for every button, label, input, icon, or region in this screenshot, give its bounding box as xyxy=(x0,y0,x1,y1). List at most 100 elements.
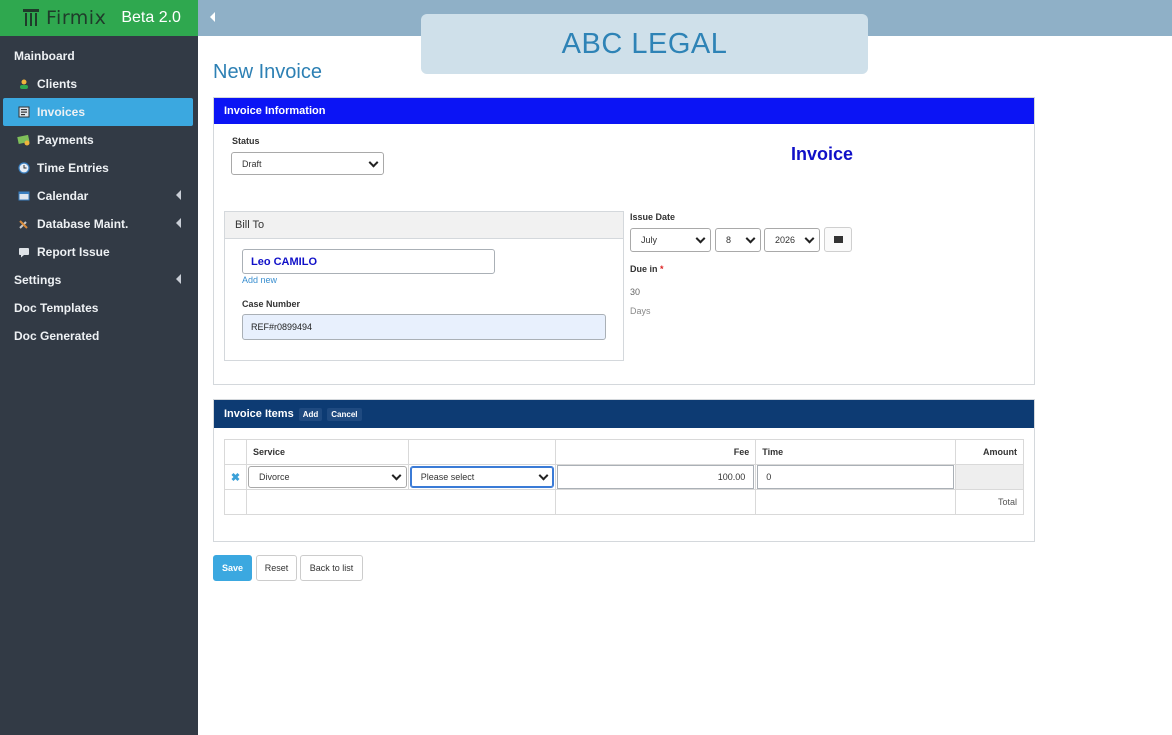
clock-icon xyxy=(17,162,31,174)
client-field[interactable]: Leo CAMILO xyxy=(242,249,495,274)
sidebar-item-database-maint[interactable]: Database Maint. xyxy=(3,210,193,238)
chevron-down-icon xyxy=(368,157,379,168)
issue-day-value: 8 xyxy=(726,235,732,245)
case-number-label: Case Number xyxy=(242,299,301,309)
brand-version: Beta 2.0 xyxy=(121,9,181,26)
service-value: Divorce xyxy=(258,472,290,482)
invoice-icon xyxy=(17,106,31,118)
sidebar-item-label: Time Entries xyxy=(37,161,109,175)
sidebar-item-label: Doc Templates xyxy=(14,301,99,315)
time-input[interactable]: 0 xyxy=(757,465,954,489)
sub-service-cell: Please select xyxy=(407,464,556,490)
table-total-row: Total xyxy=(224,489,1025,515)
sidebar-toggle-icon[interactable] xyxy=(210,12,215,22)
due-in-unit: Days xyxy=(630,306,651,316)
company-banner: ABC LEGAL xyxy=(421,14,868,74)
required-marker: * xyxy=(660,264,664,274)
brand-bar[interactable]: Firmix Beta 2.0 xyxy=(0,0,198,36)
table-header-sub-service xyxy=(407,439,556,465)
amount-cell xyxy=(954,464,1025,490)
table-header-fee: Fee xyxy=(554,439,757,465)
table-row: ✖ Divorce Please select 100.00 0 xyxy=(224,464,1025,490)
remove-row-icon[interactable]: ✖ xyxy=(231,472,240,484)
client-name: Leo CAMILO xyxy=(251,255,317,268)
comment-icon xyxy=(17,246,31,258)
table-header-blank xyxy=(224,439,247,465)
sidebar-item-settings[interactable]: Settings xyxy=(3,266,193,294)
sidebar-item-payments[interactable]: Payments xyxy=(3,126,193,154)
status-label: Status xyxy=(232,136,260,146)
firmix-logo-icon xyxy=(23,9,39,26)
sidebar-item-time-entries[interactable]: Time Entries xyxy=(3,154,193,182)
page-title: New Invoice xyxy=(213,61,322,83)
invoice-items-table: Service Fee Time Amount ✖ Divorce Please… xyxy=(224,439,1025,515)
chevron-down-icon xyxy=(695,233,706,244)
chevron-down-icon xyxy=(538,470,549,481)
user-icon xyxy=(17,78,31,90)
add-new-client-link[interactable]: Add new xyxy=(242,275,277,285)
issue-date-label: Issue Date xyxy=(630,212,676,222)
fee-value: 100.00 xyxy=(717,472,746,482)
case-number-field[interactable]: REF#r0899494 xyxy=(242,314,606,340)
table-header-row: Service Fee Time Amount xyxy=(224,439,1025,465)
reset-button[interactable]: Reset xyxy=(256,555,297,581)
sidebar-item-label: Payments xyxy=(37,133,94,147)
sidebar-item-doc-templates[interactable]: Doc Templates xyxy=(3,294,193,322)
due-in-label: Due in * xyxy=(630,264,664,274)
save-button[interactable]: Save xyxy=(213,555,252,581)
tools-icon xyxy=(17,218,31,230)
service-select[interactable]: Divorce xyxy=(247,466,407,488)
fee-input[interactable]: 100.00 xyxy=(556,465,755,489)
due-in-label-text: Due in xyxy=(630,264,658,274)
issue-day-select[interactable]: 8 xyxy=(715,228,761,252)
fee-cell: 100.00 xyxy=(554,464,757,490)
time-cell: 0 xyxy=(755,464,956,490)
invoice-items-title: Invoice Items xyxy=(224,408,294,420)
table-cell xyxy=(245,489,556,515)
panel-heading: Invoice Information xyxy=(214,98,1034,124)
sidebar-item-label: Clients xyxy=(37,77,78,91)
sidebar-item-label: Database Maint. xyxy=(37,217,129,231)
issue-month-value: July xyxy=(641,235,658,245)
panel-heading: Invoice Items Add Cancel xyxy=(214,400,1034,428)
issue-year-select[interactable]: 2026 xyxy=(764,228,820,252)
sidebar-item-label: Mainboard xyxy=(14,49,75,63)
add-item-button[interactable]: Add xyxy=(298,407,323,421)
sidebar-item-mainboard[interactable]: Mainboard xyxy=(3,42,193,70)
table-cell xyxy=(755,489,956,515)
due-in-value: 30 xyxy=(630,287,641,297)
sidebar-item-label: Settings xyxy=(14,273,62,287)
sub-service-select[interactable]: Please select xyxy=(409,466,554,488)
chevron-left-icon xyxy=(176,190,181,200)
sidebar-item-invoices[interactable]: Invoices xyxy=(3,98,193,126)
chevron-down-icon xyxy=(745,233,756,244)
status-select-value: Draft xyxy=(242,158,262,169)
back-to-list-button[interactable]: Back to list xyxy=(300,555,363,581)
bill-to-heading: Bill To xyxy=(225,212,623,239)
sidebar-item-doc-generated[interactable]: Doc Generated xyxy=(3,322,193,350)
money-icon xyxy=(17,134,31,146)
table-cell xyxy=(554,489,757,515)
cancel-items-button[interactable]: Cancel xyxy=(327,407,362,421)
chevron-down-icon xyxy=(391,470,402,481)
sidebar-item-clients[interactable]: Clients xyxy=(3,70,193,98)
status-select[interactable]: Draft xyxy=(231,152,384,175)
sidebar-item-report-issue[interactable]: Report Issue xyxy=(3,238,193,266)
sidebar-item-label: Doc Generated xyxy=(14,329,100,343)
case-number-value: REF#r0899494 xyxy=(251,322,313,332)
chevron-down-icon xyxy=(804,233,815,244)
sidebar-item-calendar[interactable]: Calendar xyxy=(3,182,193,210)
sidebar-item-label: Invoices xyxy=(37,105,86,119)
invoice-heading: Invoice xyxy=(791,144,854,164)
issue-year-value: 2026 xyxy=(775,235,796,245)
total-label: Total xyxy=(954,489,1025,515)
table-header-amount: Amount xyxy=(954,439,1025,465)
table-header-service: Service xyxy=(245,439,409,465)
sidebar: Firmix Beta 2.0 Mainboard Clients Invoic… xyxy=(0,0,198,735)
calendar-icon xyxy=(833,236,843,243)
date-picker-button[interactable] xyxy=(824,227,852,252)
service-cell: Divorce xyxy=(245,464,409,490)
sidebar-nav: Mainboard Clients Invoices Payments Time… xyxy=(0,36,198,350)
issue-month-select[interactable]: July xyxy=(630,228,711,252)
sub-service-value: Please select xyxy=(420,472,475,482)
